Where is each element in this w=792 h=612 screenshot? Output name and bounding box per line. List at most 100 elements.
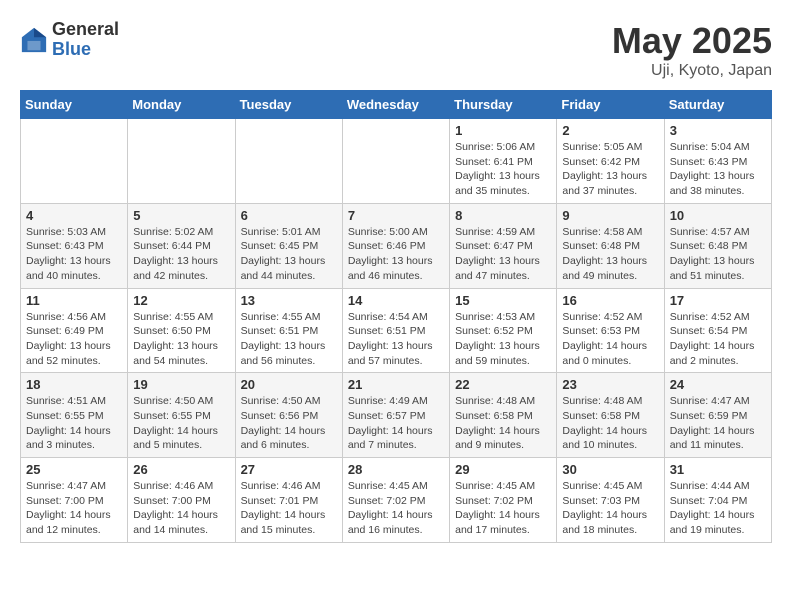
day-info: Sunrise: 5:04 AM Sunset: 6:43 PM Dayligh… <box>670 140 766 199</box>
calendar-cell: 3 Sunrise: 5:04 AM Sunset: 6:43 PM Daylig… <box>664 119 771 204</box>
logo-icon <box>20 26 48 54</box>
day-number: 28 <box>348 462 444 477</box>
weekday-header-sunday: Sunday <box>21 91 128 119</box>
day-info: Sunrise: 4:53 AM Sunset: 6:52 PM Dayligh… <box>455 310 551 369</box>
day-number: 23 <box>562 377 658 392</box>
day-info: Sunrise: 4:50 AM Sunset: 6:56 PM Dayligh… <box>241 394 337 453</box>
weekday-header-thursday: Thursday <box>450 91 557 119</box>
day-number: 4 <box>26 208 122 223</box>
day-info: Sunrise: 4:58 AM Sunset: 6:48 PM Dayligh… <box>562 225 658 284</box>
location-subtitle: Uji, Kyoto, Japan <box>612 62 772 80</box>
calendar-cell: 9 Sunrise: 4:58 AM Sunset: 6:48 PM Daylig… <box>557 203 664 288</box>
day-info: Sunrise: 4:52 AM Sunset: 6:53 PM Dayligh… <box>562 310 658 369</box>
calendar-week-1: 1 Sunrise: 5:06 AM Sunset: 6:41 PM Daylig… <box>21 119 772 204</box>
day-info: Sunrise: 4:59 AM Sunset: 6:47 PM Dayligh… <box>455 225 551 284</box>
calendar-cell: 4 Sunrise: 5:03 AM Sunset: 6:43 PM Daylig… <box>21 203 128 288</box>
day-number: 14 <box>348 293 444 308</box>
weekday-header-saturday: Saturday <box>664 91 771 119</box>
day-info: Sunrise: 5:01 AM Sunset: 6:45 PM Dayligh… <box>241 225 337 284</box>
day-number: 9 <box>562 208 658 223</box>
day-info: Sunrise: 4:50 AM Sunset: 6:55 PM Dayligh… <box>133 394 229 453</box>
calendar-cell: 29 Sunrise: 4:45 AM Sunset: 7:02 PM Dayli… <box>450 458 557 543</box>
day-number: 10 <box>670 208 766 223</box>
day-info: Sunrise: 4:56 AM Sunset: 6:49 PM Dayligh… <box>26 310 122 369</box>
day-info: Sunrise: 4:55 AM Sunset: 6:50 PM Dayligh… <box>133 310 229 369</box>
day-info: Sunrise: 4:45 AM Sunset: 7:02 PM Dayligh… <box>455 479 551 538</box>
month-title: May 2025 <box>612 20 772 62</box>
day-info: Sunrise: 4:47 AM Sunset: 7:00 PM Dayligh… <box>26 479 122 538</box>
calendar-cell: 30 Sunrise: 4:45 AM Sunset: 7:03 PM Dayli… <box>557 458 664 543</box>
calendar-cell: 27 Sunrise: 4:46 AM Sunset: 7:01 PM Dayli… <box>235 458 342 543</box>
day-info: Sunrise: 4:47 AM Sunset: 6:59 PM Dayligh… <box>670 394 766 453</box>
calendar-week-5: 25 Sunrise: 4:47 AM Sunset: 7:00 PM Dayli… <box>21 458 772 543</box>
calendar-cell <box>235 119 342 204</box>
day-number: 15 <box>455 293 551 308</box>
weekday-header-tuesday: Tuesday <box>235 91 342 119</box>
day-number: 25 <box>26 462 122 477</box>
calendar-cell <box>128 119 235 204</box>
day-info: Sunrise: 4:49 AM Sunset: 6:57 PM Dayligh… <box>348 394 444 453</box>
day-number: 13 <box>241 293 337 308</box>
logo-blue-text: Blue <box>52 40 119 60</box>
day-number: 1 <box>455 123 551 138</box>
day-info: Sunrise: 4:55 AM Sunset: 6:51 PM Dayligh… <box>241 310 337 369</box>
day-number: 24 <box>670 377 766 392</box>
day-number: 11 <box>26 293 122 308</box>
title-area: May 2025 Uji, Kyoto, Japan <box>612 20 772 80</box>
day-info: Sunrise: 4:51 AM Sunset: 6:55 PM Dayligh… <box>26 394 122 453</box>
logo: General Blue <box>20 20 119 60</box>
day-number: 30 <box>562 462 658 477</box>
calendar-cell: 28Sunrise: 4:45 AM Sunset: 7:02 PM Dayli… <box>342 458 449 543</box>
weekday-header-friday: Friday <box>557 91 664 119</box>
day-info: Sunrise: 4:46 AM Sunset: 7:00 PM Dayligh… <box>133 479 229 538</box>
day-info: Sunrise: 5:03 AM Sunset: 6:43 PM Dayligh… <box>26 225 122 284</box>
day-number: 26 <box>133 462 229 477</box>
calendar-week-3: 11 Sunrise: 4:56 AM Sunset: 6:49 PM Dayli… <box>21 288 772 373</box>
calendar-cell: 22 Sunrise: 4:48 AM Sunset: 6:58 PM Dayli… <box>450 373 557 458</box>
calendar-cell: 11 Sunrise: 4:56 AM Sunset: 6:49 PM Dayli… <box>21 288 128 373</box>
calendar-cell: 10 Sunrise: 4:57 AM Sunset: 6:48 PM Dayli… <box>664 203 771 288</box>
day-info: Sunrise: 4:44 AM Sunset: 7:04 PM Dayligh… <box>670 479 766 538</box>
calendar-cell: 20 Sunrise: 4:50 AM Sunset: 6:56 PM Dayli… <box>235 373 342 458</box>
calendar-cell: 23 Sunrise: 4:48 AM Sunset: 6:58 PM Dayli… <box>557 373 664 458</box>
calendar-cell: 19Sunrise: 4:50 AM Sunset: 6:55 PM Dayli… <box>128 373 235 458</box>
day-info: Sunrise: 4:57 AM Sunset: 6:48 PM Dayligh… <box>670 225 766 284</box>
calendar-cell <box>21 119 128 204</box>
day-number: 20 <box>241 377 337 392</box>
calendar-cell: 17 Sunrise: 4:52 AM Sunset: 6:54 PM Dayli… <box>664 288 771 373</box>
day-number: 7 <box>348 208 444 223</box>
calendar-cell: 15 Sunrise: 4:53 AM Sunset: 6:52 PM Dayli… <box>450 288 557 373</box>
day-info: Sunrise: 4:45 AM Sunset: 7:03 PM Dayligh… <box>562 479 658 538</box>
day-number: 17 <box>670 293 766 308</box>
day-number: 22 <box>455 377 551 392</box>
day-number: 3 <box>670 123 766 138</box>
day-number: 2 <box>562 123 658 138</box>
day-info: Sunrise: 4:48 AM Sunset: 6:58 PM Dayligh… <box>455 394 551 453</box>
day-number: 29 <box>455 462 551 477</box>
day-info: Sunrise: 5:05 AM Sunset: 6:42 PM Dayligh… <box>562 140 658 199</box>
day-info: Sunrise: 5:00 AM Sunset: 6:46 PM Dayligh… <box>348 225 444 284</box>
calendar-cell: 18Sunrise: 4:51 AM Sunset: 6:55 PM Dayli… <box>21 373 128 458</box>
calendar-cell: 7 Sunrise: 5:00 AM Sunset: 6:46 PM Daylig… <box>342 203 449 288</box>
calendar-cell: 21Sunrise: 4:49 AM Sunset: 6:57 PM Dayli… <box>342 373 449 458</box>
day-info: Sunrise: 4:54 AM Sunset: 6:51 PM Dayligh… <box>348 310 444 369</box>
calendar-cell: 14 Sunrise: 4:54 AM Sunset: 6:51 PM Dayli… <box>342 288 449 373</box>
weekday-header-wednesday: Wednesday <box>342 91 449 119</box>
calendar-week-4: 18Sunrise: 4:51 AM Sunset: 6:55 PM Dayli… <box>21 373 772 458</box>
day-number: 27 <box>241 462 337 477</box>
day-info: Sunrise: 4:52 AM Sunset: 6:54 PM Dayligh… <box>670 310 766 369</box>
calendar-cell <box>342 119 449 204</box>
calendar-cell: 31Sunrise: 4:44 AM Sunset: 7:04 PM Dayli… <box>664 458 771 543</box>
day-info: Sunrise: 4:48 AM Sunset: 6:58 PM Dayligh… <box>562 394 658 453</box>
day-info: Sunrise: 5:06 AM Sunset: 6:41 PM Dayligh… <box>455 140 551 199</box>
day-info: Sunrise: 4:46 AM Sunset: 7:01 PM Dayligh… <box>241 479 337 538</box>
weekday-header-monday: Monday <box>128 91 235 119</box>
calendar-cell: 16Sunrise: 4:52 AM Sunset: 6:53 PM Dayli… <box>557 288 664 373</box>
day-info: Sunrise: 5:02 AM Sunset: 6:44 PM Dayligh… <box>133 225 229 284</box>
day-number: 12 <box>133 293 229 308</box>
day-number: 8 <box>455 208 551 223</box>
calendar-body: 1 Sunrise: 5:06 AM Sunset: 6:41 PM Daylig… <box>21 119 772 543</box>
logo-text: General Blue <box>52 20 119 60</box>
calendar-cell: 12 Sunrise: 4:55 AM Sunset: 6:50 PM Dayli… <box>128 288 235 373</box>
calendar-header: SundayMondayTuesdayWednesdayThursdayFrid… <box>21 91 772 119</box>
